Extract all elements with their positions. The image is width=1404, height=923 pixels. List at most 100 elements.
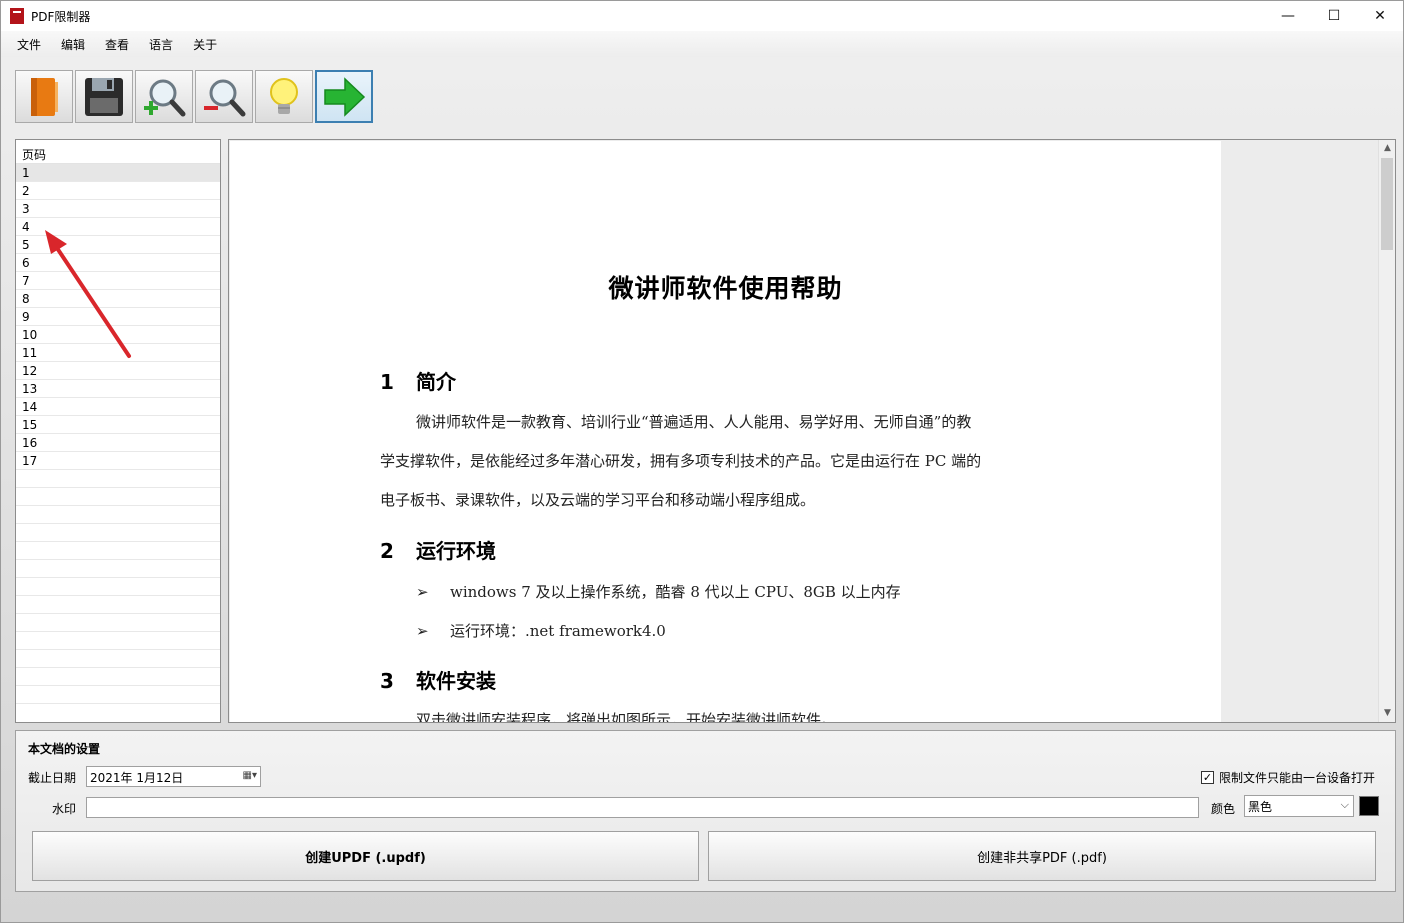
watermark-input[interactable] [86, 797, 1199, 818]
go-button[interactable] [315, 70, 373, 123]
section-title: 软件安装 [416, 669, 496, 693]
status-area [1, 894, 1404, 923]
page-list-item[interactable]: 2 [16, 182, 220, 200]
bullet-text: windows 7 及以上操作系统，酷睿 8 代以上 CPU、8GB 以上内存 [450, 583, 901, 601]
page-list-empty-row [16, 614, 220, 632]
color-value: 黑色 [1248, 800, 1273, 814]
single-device-label: 限制文件只能由一台设备打开 [1219, 771, 1376, 785]
page-list-item[interactable]: 16 [16, 434, 220, 452]
page-list-item[interactable]: 4 [16, 218, 220, 236]
page-list-empty-row [16, 578, 220, 596]
checkbox-checked-icon[interactable]: ✓ [1201, 771, 1214, 784]
close-button[interactable]: ✕ [1357, 1, 1403, 31]
section-number: 1 [380, 370, 394, 394]
page-list-item[interactable]: 5 [16, 236, 220, 254]
menu-file[interactable]: 文件 [7, 36, 51, 53]
create-updf-button[interactable]: 创建UPDF (.updf) [32, 831, 699, 881]
page-list-empty-row [16, 506, 220, 524]
chevron-down-icon: ⌵ [1340, 798, 1349, 811]
minimize-button[interactable]: — [1265, 1, 1311, 31]
settings-title: 本文档的设置 [28, 742, 101, 756]
color-dropdown[interactable]: 黑色 ⌵ [1244, 795, 1354, 817]
open-book-icon [31, 77, 58, 116]
bullet-arrow-icon: ➢ [416, 583, 429, 601]
page-list-item[interactable]: 17 [16, 452, 220, 470]
page-list-item[interactable]: 13 [16, 380, 220, 398]
section-heading: 2 运行环境 [380, 535, 496, 564]
cutoff-line: 双击微讲师安装程序，将弹出如图所示，开始安装微讲师软件。 [416, 711, 837, 723]
section-heading: 1 简介 [380, 366, 456, 395]
page-list-header: 页码 [16, 140, 220, 164]
bullet-arrow-icon: ➢ [416, 622, 429, 640]
page-list-empty-row [16, 668, 220, 686]
window-title: PDF限制器 [31, 9, 91, 24]
menu-view[interactable]: 查看 [95, 36, 139, 53]
expiry-date-picker[interactable]: 2021年 1月12日 ▦▾ [86, 766, 261, 787]
page-list[interactable]: 页码 1 2 3 4 5 6 7 8 9 10 11 12 13 14 15 16 17 [15, 139, 221, 723]
page-list-empty-row [16, 542, 220, 560]
menu-bar: 文件 编辑 查看 语言 关于 [1, 31, 1403, 57]
section-number: 3 [380, 669, 394, 693]
tips-button[interactable] [255, 70, 313, 123]
toolbar [15, 70, 373, 123]
date-label: 截止日期 [28, 771, 77, 785]
create-pdf-button[interactable]: 创建非共享PDF (.pdf) [708, 831, 1376, 881]
section-number: 2 [380, 539, 394, 563]
page-list-item[interactable]: 14 [16, 398, 220, 416]
menu-edit[interactable]: 编辑 [51, 36, 95, 53]
page-list-empty-row [16, 470, 220, 488]
page-list-empty-row [16, 650, 220, 668]
save-button[interactable] [75, 70, 133, 123]
maximize-button[interactable]: ☐ [1311, 1, 1357, 31]
app-window: PDF限制器 — ☐ ✕ 文件 编辑 查看 语言 关于 页码 1 2 3 4 5… [0, 0, 1404, 923]
page-list-item[interactable]: 12 [16, 362, 220, 380]
watermark-label: 水印 [52, 802, 77, 816]
page-list-item[interactable]: 3 [16, 200, 220, 218]
page-list-empty-row [16, 560, 220, 578]
page-list-item[interactable]: 7 [16, 272, 220, 290]
color-label: 颜色 [1211, 802, 1236, 816]
menu-language[interactable]: 语言 [139, 36, 183, 53]
page-list-item[interactable]: 15 [16, 416, 220, 434]
page-list-item[interactable]: 8 [16, 290, 220, 308]
scroll-down-icon[interactable]: ▼ [1379, 705, 1395, 722]
page-list-empty-row [16, 632, 220, 650]
page-list-item[interactable]: 9 [16, 308, 220, 326]
color-swatch[interactable] [1359, 796, 1379, 816]
window-controls: — ☐ ✕ [1265, 1, 1403, 31]
open-button[interactable] [15, 70, 73, 123]
page-list-empty-row [16, 488, 220, 506]
page-list-rows: 1 2 3 4 5 6 7 8 9 10 11 12 13 14 15 16 17 [16, 164, 220, 704]
pdf-page: 微讲师软件使用帮助 1 简介 微讲师软件是一款教育、培训行业“普遍适用、人人能用、… [230, 141, 1221, 723]
doc-title: 微讲师软件使用帮助 [608, 274, 843, 303]
scroll-up-icon[interactable]: ▲ [1379, 140, 1395, 157]
zoom-in-button[interactable] [135, 70, 193, 123]
page-list-empty-row [16, 596, 220, 614]
intro-line: 微讲师软件是一款教育、培训行业“普遍适用、人人能用、易学好用、无师自通”的教 [416, 413, 972, 431]
date-value: 2021年 1月12日 [90, 771, 184, 785]
page-list-item[interactable]: 11 [16, 344, 220, 362]
page-list-item[interactable]: 6 [16, 254, 220, 272]
bullet-item: ➢ 运行环境：.net framework4.0 [416, 620, 666, 641]
lightbulb-icon [270, 77, 298, 114]
title-bar: PDF限制器 — ☐ ✕ [1, 1, 1403, 31]
document-viewer[interactable]: 微讲师软件使用帮助 1 简介 微讲师软件是一款教育、培训行业“普遍适用、人人能用、… [228, 139, 1396, 723]
page-list-item[interactable]: 10 [16, 326, 220, 344]
app-pdf-icon [10, 8, 24, 24]
zoom-out-button[interactable] [195, 70, 253, 123]
scroll-thumb[interactable] [1381, 158, 1393, 250]
zoom-out-icon [204, 79, 246, 116]
calendar-dropdown-icon[interactable]: ▦▾ [243, 770, 257, 781]
save-disk-icon [85, 77, 123, 116]
section-title: 运行环境 [416, 539, 496, 563]
single-device-checkbox[interactable]: ✓ 限制文件只能由一台设备打开 [1201, 769, 1375, 786]
section-title: 简介 [416, 370, 456, 394]
green-arrow-icon [324, 76, 366, 117]
vertical-scrollbar[interactable]: ▲ ▼ [1378, 140, 1395, 722]
document-settings-panel: 本文档的设置 截止日期 2021年 1月12日 ▦▾ ✓ 限制文件只能由一台设备… [15, 730, 1396, 892]
page-list-item[interactable]: 1 [16, 164, 220, 182]
page-list-empty-row [16, 686, 220, 704]
menu-about[interactable]: 关于 [183, 36, 227, 53]
zoom-in-icon [144, 79, 186, 116]
intro-line: 电子板书、录课软件，以及云端的学习平台和移动端小程序组成。 [380, 491, 816, 509]
